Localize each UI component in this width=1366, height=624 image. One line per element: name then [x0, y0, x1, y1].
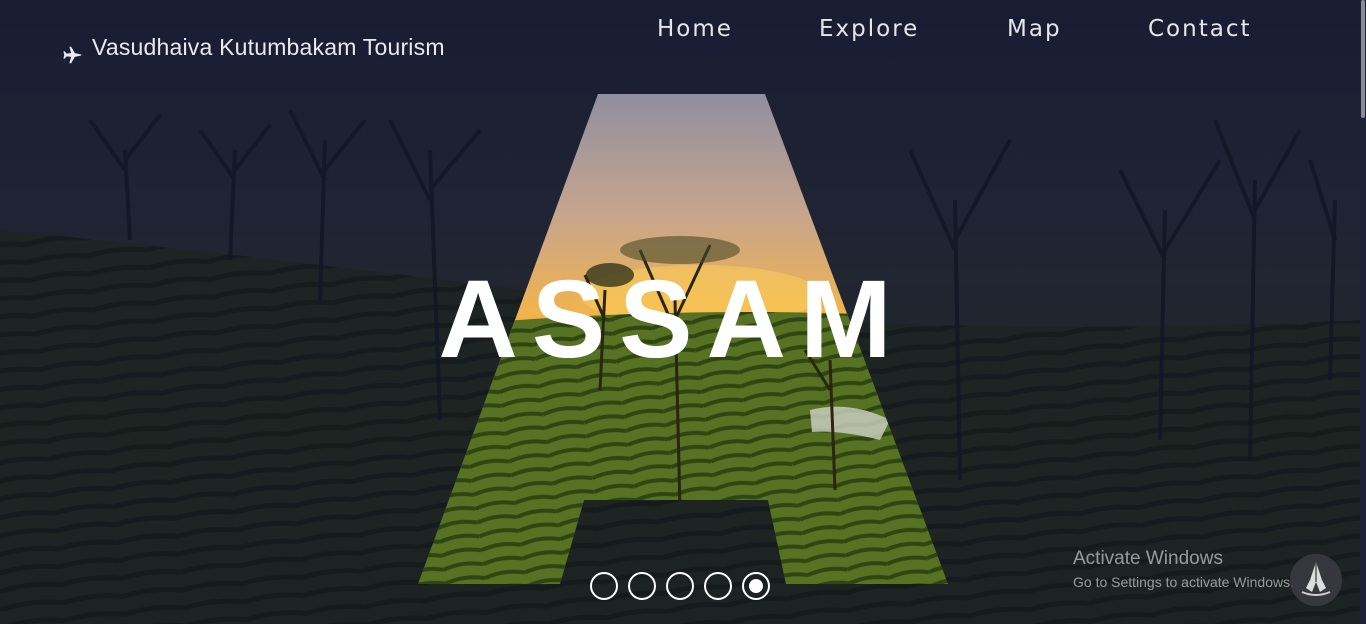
nav-home[interactable]: Home [657, 16, 733, 42]
page-scrollbar[interactable] [1360, 0, 1366, 624]
nav-explore[interactable]: Explore [819, 16, 919, 42]
brand-title: Vasudhaiva Kutumbakam Tourism [92, 33, 445, 60]
brand[interactable]: Vasudhaiva Kutumbakam Tourism [62, 28, 445, 66]
slide-dot-1[interactable] [590, 572, 618, 600]
nav-contact[interactable]: Contact [1148, 16, 1251, 42]
hero-banner: ASSAM [0, 0, 1366, 624]
slide-dot-5[interactable] [742, 572, 770, 600]
hero-background [0, 0, 1366, 624]
watermark-subtitle: Go to Settings to activate Windows. [1073, 574, 1294, 590]
namaste-icon [1296, 558, 1336, 603]
chat-button[interactable] [1290, 554, 1342, 606]
airplane-icon [62, 44, 84, 66]
slide-indicators [590, 572, 770, 600]
scrollbar-thumb[interactable] [1361, 0, 1365, 118]
activate-windows-watermark: Activate Windows Go to Settings to activ… [1073, 548, 1294, 590]
nav-map[interactable]: Map [1007, 16, 1062, 42]
slide-dot-2[interactable] [628, 572, 656, 600]
slide-dot-3[interactable] [666, 572, 694, 600]
slide-dot-4[interactable] [704, 572, 732, 600]
watermark-title: Activate Windows [1073, 548, 1223, 569]
